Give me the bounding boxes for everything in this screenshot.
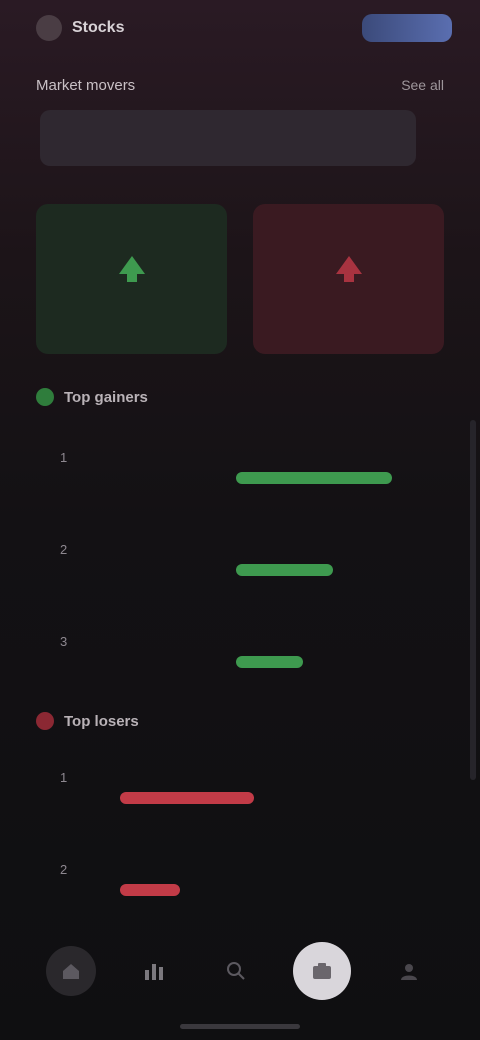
sell-card[interactable] bbox=[253, 204, 444, 354]
loser-row[interactable]: 1 bbox=[60, 766, 432, 826]
losers-header: Top losers bbox=[36, 712, 139, 730]
home-indicator bbox=[180, 1024, 300, 1029]
profile-icon bbox=[400, 964, 417, 980]
losers-dot-icon bbox=[36, 712, 54, 730]
search-icon bbox=[226, 962, 245, 980]
buy-card[interactable] bbox=[36, 204, 227, 354]
chart-icon bbox=[144, 964, 163, 980]
gainers-title: Top gainers bbox=[64, 388, 148, 406]
nav-search-button[interactable] bbox=[211, 946, 261, 996]
nav-home-button[interactable] bbox=[46, 946, 97, 996]
scrollbar[interactable] bbox=[470, 420, 476, 780]
portfolio-icon bbox=[313, 963, 332, 979]
action-cards bbox=[36, 204, 444, 354]
gainer-bar bbox=[236, 472, 392, 484]
loser-bar bbox=[120, 792, 254, 804]
app-logo-icon bbox=[36, 15, 62, 41]
banner-text bbox=[40, 110, 416, 146]
home-icon bbox=[63, 964, 80, 979]
bottom-nav bbox=[30, 936, 450, 1006]
see-all-link[interactable]: See all bbox=[401, 77, 444, 93]
gainer-row[interactable]: 1 bbox=[60, 446, 432, 506]
loser-bar bbox=[120, 884, 180, 896]
gainers-header: Top gainers bbox=[36, 388, 148, 406]
app-screen: Stocks Market movers See all Top gainers… bbox=[0, 0, 480, 1040]
row-rank: 2 bbox=[60, 862, 68, 877]
arrow-up-icon bbox=[335, 256, 362, 282]
gainer-row[interactable]: 2 bbox=[60, 538, 432, 598]
losers-title: Top losers bbox=[64, 712, 139, 730]
gainer-row[interactable]: 3 bbox=[60, 630, 432, 690]
section-title: Market movers bbox=[36, 76, 136, 94]
nav-profile-button[interactable] bbox=[384, 946, 434, 996]
app-title: Stocks bbox=[72, 19, 125, 36]
header-action-button[interactable] bbox=[362, 14, 452, 42]
nav-portfolio-button[interactable] bbox=[293, 942, 352, 1000]
gainers-dot-icon bbox=[36, 388, 54, 406]
row-rank: 3 bbox=[60, 634, 68, 649]
gainer-bar bbox=[236, 564, 333, 576]
gainer-bar bbox=[236, 656, 303, 668]
top-bar: Stocks bbox=[36, 10, 452, 46]
info-banner[interactable] bbox=[40, 110, 416, 166]
section-header: Market movers See all bbox=[36, 70, 444, 100]
row-rank: 1 bbox=[60, 770, 68, 785]
nav-chart-button[interactable] bbox=[129, 946, 179, 996]
row-rank: 2 bbox=[60, 542, 68, 557]
loser-row[interactable]: 2 bbox=[60, 858, 432, 918]
row-rank: 1 bbox=[60, 450, 68, 465]
arrow-up-icon bbox=[118, 256, 145, 282]
brand: Stocks bbox=[36, 15, 124, 41]
